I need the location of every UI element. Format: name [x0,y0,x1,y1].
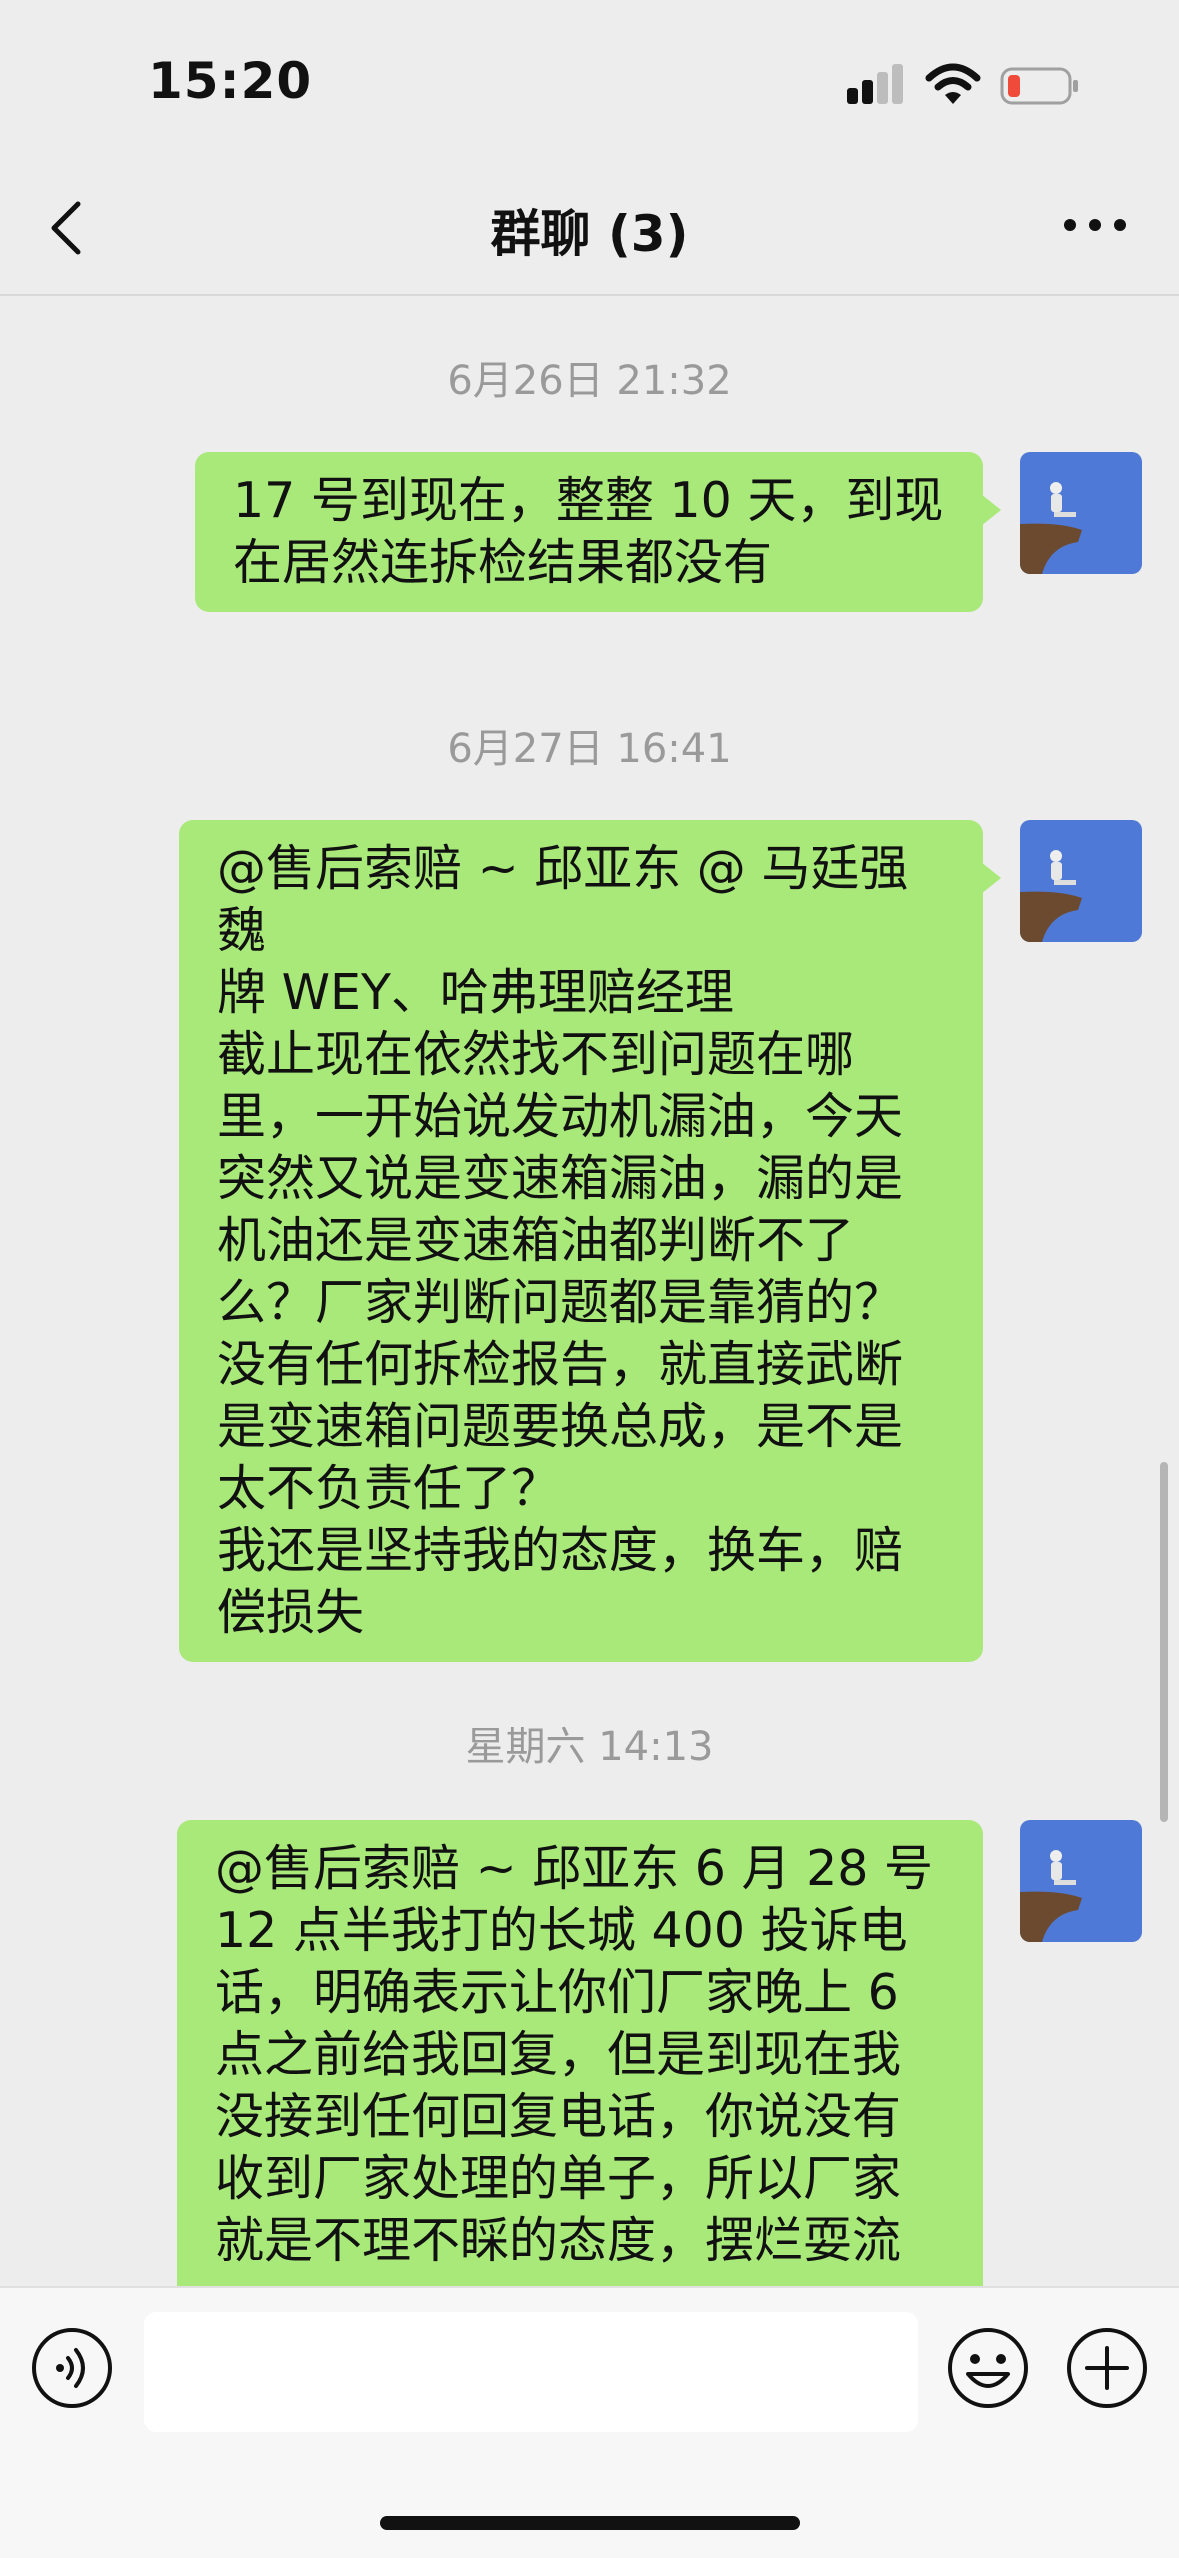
plus-icon[interactable] [1065,2326,1149,2410]
input-bar [0,2286,1179,2558]
avatar-image [1020,820,1142,942]
timestamp: 6月27日 16:41 [447,726,732,772]
timestamp: 6月26日 21:32 [447,358,732,404]
avatar[interactable] [1020,1820,1142,1942]
chat-title: 群聊 (3) [490,205,689,263]
emoji-icon[interactable] [946,2326,1030,2410]
avatar[interactable] [1020,820,1142,942]
signal-icon [847,64,903,104]
message-bubble[interactable]: @售后索赔 ~ 邱亚东 @ 马廷强魏 牌 WEY、哈弗理赔经理 截止现在依然找不… [179,820,1001,1662]
avatar-image [1020,452,1142,574]
chat-area[interactable]: 6月26日 21:32 17 号到现在，整整 10 天，到现 在居然连拆检结果都… [0,296,1179,2286]
scrollbar[interactable] [1160,1462,1168,1822]
status-time: 15:20 [148,52,313,110]
timestamp: 星期六 14:13 [465,1724,714,1770]
message-bubble[interactable]: 17 号到现在，整整 10 天，到现 在居然连拆检结果都没有 [195,452,1001,612]
avatar-image [1020,1820,1142,1942]
wifi-icon [925,63,981,104]
avatar[interactable] [1020,452,1142,574]
voice-icon[interactable] [30,2326,114,2410]
more-icon[interactable] [1060,210,1130,240]
message-input[interactable] [144,2312,918,2432]
home-indicator [380,2516,800,2530]
message-bubble[interactable]: @售后索赔 ~ 邱亚东 6 月 28 号 12 点半我打的长城 400 投诉电 … [177,1820,983,2286]
status-bar: 15:20 [0,0,1179,160]
nav-bar: 群聊 (3) [0,160,1179,296]
battery-icon [1000,67,1078,105]
